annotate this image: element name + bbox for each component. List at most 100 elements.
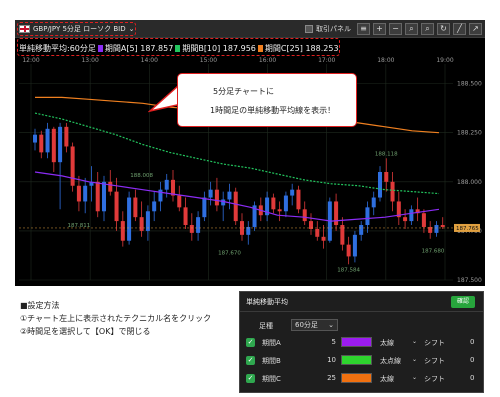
candle-body — [352, 234, 357, 257]
candle-body — [359, 225, 364, 235]
x-tick-label: 15:00 — [200, 57, 217, 64]
candle-body — [233, 191, 238, 222]
period-b-line-style[interactable]: 太点線 — [380, 356, 401, 366]
candle-body — [32, 134, 38, 143]
chevron-down-icon: ⌄ — [412, 338, 418, 345]
current-price-label: 187.765 — [456, 226, 479, 232]
instructions: ■設定方法 ①チャート左上に表示されたテクニカル名をクリック ②時間足を選択して… — [20, 299, 211, 338]
callout-bubble: 5分足チャートに 1時間足の単純移動平均線を表示！ — [177, 73, 357, 127]
timeframe-label: 足種 — [259, 322, 273, 330]
candle-body — [302, 209, 307, 222]
candle-body — [139, 217, 144, 231]
x-tick-label: 18:00 — [377, 57, 394, 64]
crosshair-icon[interactable]: + — [373, 23, 386, 35]
zoom-in-icon[interactable]: ⌕ — [405, 23, 418, 35]
period-a-color-swatch[interactable] — [341, 337, 372, 347]
price-annotation: 188.118 — [375, 152, 398, 158]
period-c-checkbox[interactable]: ✓ — [246, 374, 255, 383]
period-c-input[interactable]: 25 — [320, 374, 336, 382]
period-row-c: ✓ 期間C 25 太線 ⌄ シフト 0 — [240, 372, 485, 386]
x-tick-label: 16:00 — [259, 57, 276, 64]
chevron-down-icon: ⌄ — [412, 356, 418, 363]
minus-icon[interactable]: − — [389, 23, 402, 35]
candle-body — [196, 217, 201, 233]
x-tick-label: 17:00 — [318, 57, 335, 64]
candle-body — [221, 199, 226, 206]
refresh-icon[interactable]: ↻ — [437, 23, 450, 35]
indicator-highlight — [17, 38, 340, 56]
instructions-heading: ■設定方法 — [20, 301, 60, 310]
price-annotation: 187.670 — [218, 251, 241, 257]
period-row-a: ✓ 期間A 5 太線 ⌄ シフト 0 — [240, 336, 485, 350]
x-tick-label: 13:00 — [81, 57, 98, 64]
candle-body — [133, 197, 138, 218]
instructions-step-1: ①チャート左上に表示されたテクニカル名をクリック — [20, 314, 212, 323]
period-c-name: 期間C — [262, 375, 281, 383]
symbol-highlight — [17, 22, 136, 36]
candle-body — [177, 195, 182, 208]
period-b-shift-input[interactable]: 0 — [470, 356, 474, 364]
period-c-shift-input[interactable]: 0 — [470, 374, 474, 382]
candle-body — [214, 189, 219, 206]
candle-body — [70, 146, 75, 186]
callout-line1: 5分足チャートに — [213, 87, 275, 96]
trade-panel-label: 取引パネル — [316, 25, 351, 33]
candle-body — [120, 221, 125, 241]
candle-body — [64, 126, 69, 147]
period-c-shift-label: シフト — [424, 375, 445, 383]
candle-body — [164, 179, 169, 190]
y-tick-label: 188.000 — [457, 179, 482, 186]
panel-divider — [240, 311, 483, 312]
period-c-line-style[interactable]: 太線 — [380, 374, 394, 384]
chevron-down-icon: ⌄ — [328, 321, 334, 329]
candle-body — [208, 189, 213, 198]
period-b-shift-label: シフト — [424, 357, 445, 365]
candle-body — [290, 189, 295, 196]
panel-title: 単純移動平均 — [246, 298, 288, 306]
confirm-button[interactable]: 確認 — [451, 296, 475, 308]
period-a-shift-input[interactable]: 0 — [470, 338, 474, 346]
trade-panel-toggle[interactable]: 取引パネル — [305, 24, 351, 34]
candle-body — [283, 195, 288, 212]
candle-body — [183, 207, 188, 226]
period-a-checkbox[interactable]: ✓ — [246, 338, 255, 347]
candle-body — [277, 209, 282, 212]
x-tick-label: 14:00 — [141, 57, 158, 64]
candle-body — [58, 126, 63, 163]
period-a-input[interactable]: 5 — [320, 338, 336, 346]
x-tick-label: 12:00 — [22, 57, 39, 64]
candle-body — [434, 225, 439, 233]
period-b-color-swatch[interactable] — [341, 355, 372, 365]
period-a-line-style[interactable]: 太線 — [380, 338, 394, 348]
candle-body — [371, 197, 376, 208]
export-icon[interactable]: ↗ — [469, 23, 482, 35]
candle-body — [390, 181, 395, 202]
candle-body — [127, 197, 132, 241]
instructions-step-2: ②時間足を選択して【OK】で閉じる — [20, 327, 151, 336]
candle-body — [271, 197, 276, 210]
trade-panel-checkbox[interactable] — [305, 25, 313, 33]
period-c-color-swatch[interactable] — [341, 373, 372, 383]
candle-body — [296, 189, 301, 210]
candle-body — [39, 134, 44, 153]
candle-body — [440, 225, 445, 227]
candle-body — [202, 197, 207, 218]
period-b-checkbox[interactable]: ✓ — [246, 356, 255, 365]
candle-body — [403, 217, 408, 222]
timeframe-select[interactable]: 60分足 ⌄ — [291, 319, 338, 331]
candle-body — [346, 244, 351, 257]
candle-body — [152, 201, 157, 212]
period-a-shift-label: シフト — [424, 339, 445, 347]
period-b-input[interactable]: 10 — [320, 356, 336, 364]
timeframe-value: 60分足 — [295, 321, 318, 329]
period-row-b: ✓ 期間B 10 太点線 ⌄ シフト 0 — [240, 354, 485, 368]
price-annotation: 187.680 — [422, 249, 445, 255]
callout-line2: 1時間足の単純移動平均線を表示！ — [210, 106, 336, 115]
sma-settings-panel: 単純移動平均 確認 足種 60分足 ⌄ ✓ 期間A 5 太線 ⌄ シフト 0 ✓… — [239, 291, 484, 393]
trendline-icon[interactable]: ╱ — [453, 23, 466, 35]
candle-body — [158, 189, 163, 202]
candle-body — [95, 181, 100, 212]
list-icon[interactable]: ≡ — [357, 23, 370, 35]
candle-body — [101, 181, 107, 212]
zoom-out-icon[interactable]: ⌕ — [421, 23, 434, 35]
